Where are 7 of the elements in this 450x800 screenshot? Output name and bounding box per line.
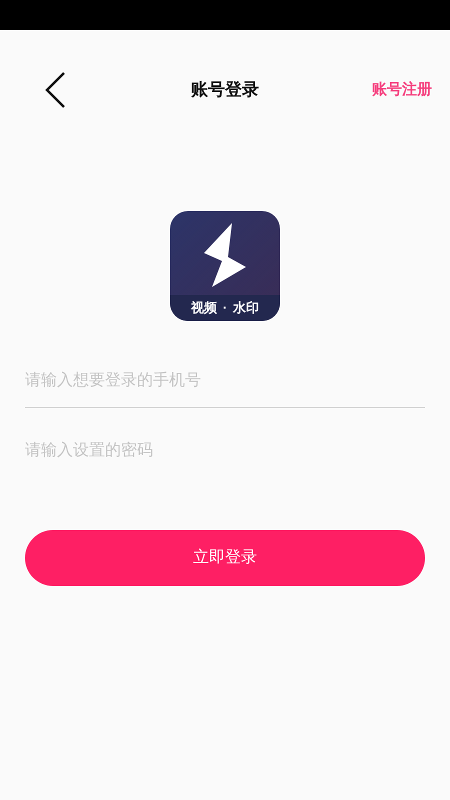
login-button[interactable]: 立即登录 [25,530,425,586]
register-link[interactable]: 账号注册 [372,79,432,102]
logo-caption: · [222,299,228,318]
logo-caption: 水印 [233,299,260,318]
page-title: 账号登录 [191,79,259,102]
lightning-icon [202,223,248,288]
logo-caption: 视频 [190,299,217,318]
